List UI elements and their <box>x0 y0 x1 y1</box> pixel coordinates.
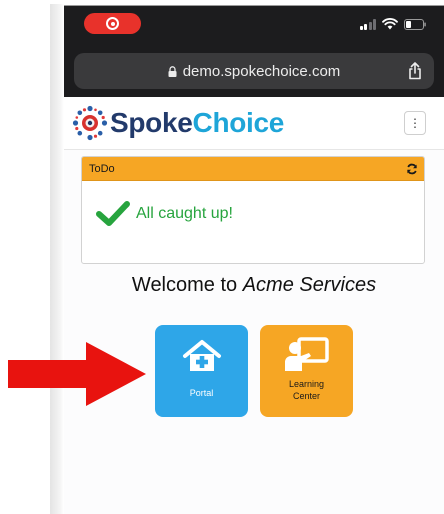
todo-card-header: ToDo <box>82 157 424 181</box>
todo-card: ToDo All caught up! <box>81 156 425 264</box>
record-icon <box>106 17 119 30</box>
checkmark-icon <box>96 201 130 227</box>
todo-card-body: All caught up! <box>82 181 424 263</box>
battery-icon <box>404 18 426 30</box>
welcome-prefix: Welcome to <box>131 274 243 296</box>
home-plus-icon <box>182 339 222 373</box>
learning-center-tile[interactable]: Learning Center <box>260 325 353 417</box>
presenter-icon <box>284 337 330 373</box>
address-bar[interactable]: demo.spokechoice.com <box>74 53 434 89</box>
kebab-menu-icon: ⋮ <box>409 116 421 130</box>
spokechoice-logo[interactable]: SpokeChoice <box>72 105 284 141</box>
logo-hub-icon <box>72 105 108 141</box>
portal-tile[interactable]: Portal <box>155 325 248 417</box>
screen-recording-indicator[interactable] <box>84 13 141 34</box>
portal-tile-label: Portal <box>189 388 214 398</box>
more-options-button[interactable]: ⋮ <box>404 111 426 135</box>
browser-chrome: demo.spokechoice.com <box>64 6 444 97</box>
share-icon[interactable] <box>408 62 422 80</box>
logo-text-spoke: Spoke <box>110 107 193 138</box>
cellular-signal-icon <box>359 18 376 30</box>
company-name: Acme Services <box>242 274 377 296</box>
wifi-icon <box>382 18 398 30</box>
learning-center-label-line2: Center <box>292 391 320 401</box>
app-header: SpokeChoice ⋮ <box>64 97 444 150</box>
phone-screen: demo.spokechoice.com SpokeChoice ⋮ ToDo … <box>64 6 444 514</box>
learning-center-label-line1: Learning <box>288 379 325 389</box>
all-caught-up-message: All caught up! <box>136 205 233 222</box>
welcome-heading: Welcome to Acme Services <box>64 274 444 297</box>
todo-title: ToDo <box>89 162 115 175</box>
status-icons <box>359 17 427 31</box>
pointer-arrow-icon <box>8 342 146 406</box>
url-text[interactable]: demo.spokechoice.com <box>183 63 341 80</box>
refresh-icon[interactable] <box>406 163 418 175</box>
lock-icon <box>168 65 177 77</box>
logo-text-choice: Choice <box>192 107 285 138</box>
